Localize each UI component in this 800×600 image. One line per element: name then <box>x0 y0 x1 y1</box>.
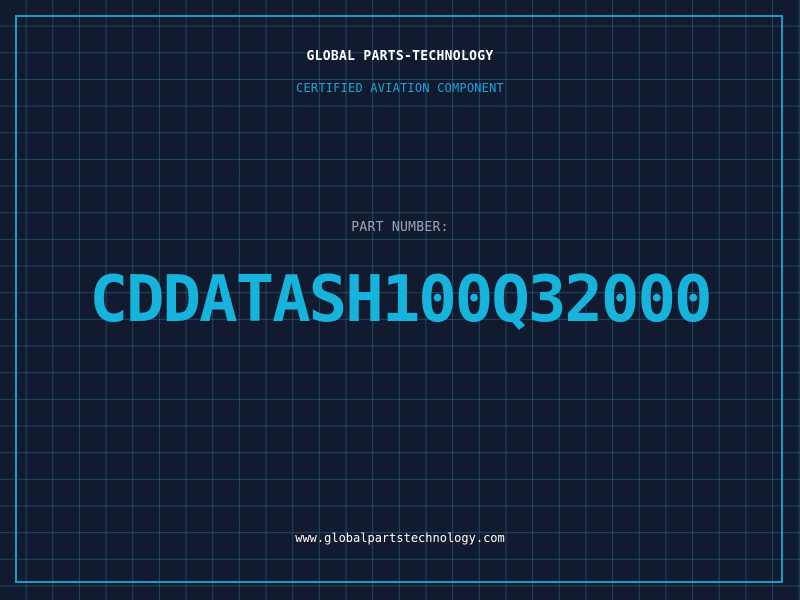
part-number-value: CDDATASH100Q32000 <box>89 263 712 337</box>
certification-subtitle: CERTIFIED AVIATION COMPONENT <box>296 81 504 95</box>
website-url: www.globalpartstechnology.com <box>295 531 505 545</box>
part-number-label: PART NUMBER: <box>351 220 449 235</box>
company-name: GLOBAL PARTS-TECHNOLOGY <box>306 49 494 64</box>
